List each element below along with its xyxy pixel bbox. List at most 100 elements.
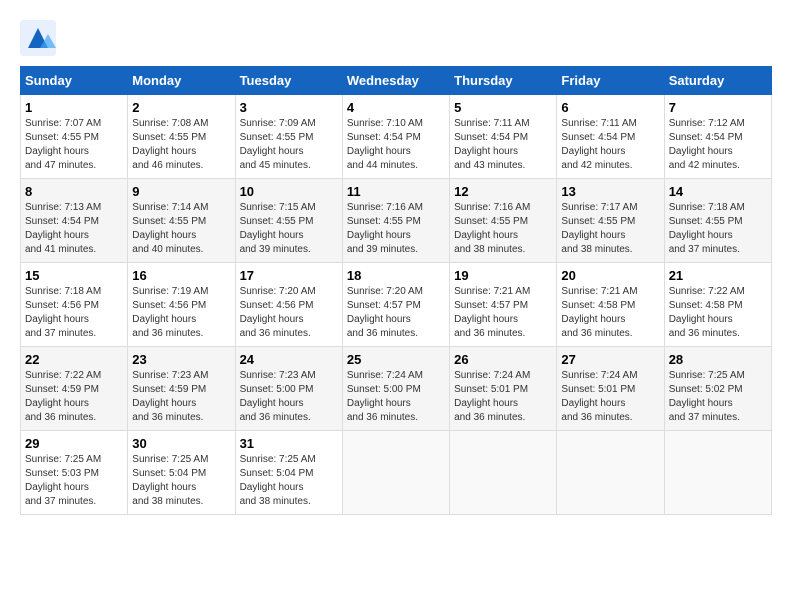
day-info: Sunrise: 7:14 AMSunset: 4:55 PMDaylight … <box>132 202 208 255</box>
calendar-cell: 6 Sunrise: 7:11 AMSunset: 4:54 PMDayligh… <box>557 95 664 179</box>
day-number: 16 <box>132 268 230 283</box>
day-number: 12 <box>454 184 552 199</box>
day-number: 27 <box>561 352 659 367</box>
day-info: Sunrise: 7:18 AMSunset: 4:55 PMDaylight … <box>669 202 745 255</box>
day-info: Sunrise: 7:13 AMSunset: 4:54 PMDaylight … <box>25 202 101 255</box>
calendar-cell: 16 Sunrise: 7:19 AMSunset: 4:56 PMDaylig… <box>128 263 235 347</box>
day-info: Sunrise: 7:25 AMSunset: 5:02 PMDaylight … <box>669 370 745 423</box>
day-info: Sunrise: 7:11 AMSunset: 4:54 PMDaylight … <box>454 118 529 171</box>
logo-icon <box>20 20 56 56</box>
calendar-cell <box>342 431 449 515</box>
day-number: 1 <box>25 100 123 115</box>
calendar-cell <box>664 431 771 515</box>
day-number: 31 <box>240 436 338 451</box>
day-info: Sunrise: 7:25 AMSunset: 5:04 PMDaylight … <box>132 454 208 507</box>
day-number: 2 <box>132 100 230 115</box>
day-info: Sunrise: 7:07 AMSunset: 4:55 PMDaylight … <box>25 118 101 171</box>
page-header <box>20 20 772 56</box>
day-number: 8 <box>25 184 123 199</box>
day-info: Sunrise: 7:24 AMSunset: 5:01 PMDaylight … <box>561 370 637 423</box>
day-number: 9 <box>132 184 230 199</box>
day-number: 28 <box>669 352 767 367</box>
day-info: Sunrise: 7:22 AMSunset: 4:59 PMDaylight … <box>25 370 101 423</box>
day-number: 5 <box>454 100 552 115</box>
calendar-table: SundayMondayTuesdayWednesdayThursdayFrid… <box>20 66 772 515</box>
day-number: 14 <box>669 184 767 199</box>
day-info: Sunrise: 7:16 AMSunset: 4:55 PMDaylight … <box>347 202 423 255</box>
day-info: Sunrise: 7:20 AMSunset: 4:57 PMDaylight … <box>347 286 423 339</box>
day-number: 20 <box>561 268 659 283</box>
calendar-week-row: 8 Sunrise: 7:13 AMSunset: 4:54 PMDayligh… <box>21 179 772 263</box>
day-number: 23 <box>132 352 230 367</box>
day-info: Sunrise: 7:12 AMSunset: 4:54 PMDaylight … <box>669 118 745 171</box>
calendar-cell: 10 Sunrise: 7:15 AMSunset: 4:55 PMDaylig… <box>235 179 342 263</box>
calendar-cell: 28 Sunrise: 7:25 AMSunset: 5:02 PMDaylig… <box>664 347 771 431</box>
day-info: Sunrise: 7:22 AMSunset: 4:58 PMDaylight … <box>669 286 745 339</box>
calendar-cell: 26 Sunrise: 7:24 AMSunset: 5:01 PMDaylig… <box>450 347 557 431</box>
day-info: Sunrise: 7:23 AMSunset: 4:59 PMDaylight … <box>132 370 208 423</box>
calendar-cell: 17 Sunrise: 7:20 AMSunset: 4:56 PMDaylig… <box>235 263 342 347</box>
calendar-cell: 25 Sunrise: 7:24 AMSunset: 5:00 PMDaylig… <box>342 347 449 431</box>
day-info: Sunrise: 7:09 AMSunset: 4:55 PMDaylight … <box>240 118 316 171</box>
calendar-cell: 2 Sunrise: 7:08 AMSunset: 4:55 PMDayligh… <box>128 95 235 179</box>
day-info: Sunrise: 7:10 AMSunset: 4:54 PMDaylight … <box>347 118 423 171</box>
day-info: Sunrise: 7:15 AMSunset: 4:55 PMDaylight … <box>240 202 316 255</box>
calendar-week-row: 29 Sunrise: 7:25 AMSunset: 5:03 PMDaylig… <box>21 431 772 515</box>
weekday-header-wednesday: Wednesday <box>342 67 449 95</box>
day-number: 19 <box>454 268 552 283</box>
day-number: 25 <box>347 352 445 367</box>
day-info: Sunrise: 7:16 AMSunset: 4:55 PMDaylight … <box>454 202 530 255</box>
calendar-cell: 18 Sunrise: 7:20 AMSunset: 4:57 PMDaylig… <box>342 263 449 347</box>
calendar-cell: 3 Sunrise: 7:09 AMSunset: 4:55 PMDayligh… <box>235 95 342 179</box>
weekday-header-tuesday: Tuesday <box>235 67 342 95</box>
calendar-cell: 8 Sunrise: 7:13 AMSunset: 4:54 PMDayligh… <box>21 179 128 263</box>
weekday-header-saturday: Saturday <box>664 67 771 95</box>
weekday-header-sunday: Sunday <box>21 67 128 95</box>
calendar-cell: 1 Sunrise: 7:07 AMSunset: 4:55 PMDayligh… <box>21 95 128 179</box>
day-number: 26 <box>454 352 552 367</box>
calendar-cell: 5 Sunrise: 7:11 AMSunset: 4:54 PMDayligh… <box>450 95 557 179</box>
calendar-week-row: 22 Sunrise: 7:22 AMSunset: 4:59 PMDaylig… <box>21 347 772 431</box>
calendar-cell: 22 Sunrise: 7:22 AMSunset: 4:59 PMDaylig… <box>21 347 128 431</box>
calendar-cell: 9 Sunrise: 7:14 AMSunset: 4:55 PMDayligh… <box>128 179 235 263</box>
day-number: 18 <box>347 268 445 283</box>
day-number: 13 <box>561 184 659 199</box>
calendar-cell: 27 Sunrise: 7:24 AMSunset: 5:01 PMDaylig… <box>557 347 664 431</box>
day-info: Sunrise: 7:23 AMSunset: 5:00 PMDaylight … <box>240 370 316 423</box>
calendar-cell: 12 Sunrise: 7:16 AMSunset: 4:55 PMDaylig… <box>450 179 557 263</box>
day-number: 15 <box>25 268 123 283</box>
day-number: 7 <box>669 100 767 115</box>
calendar-week-row: 15 Sunrise: 7:18 AMSunset: 4:56 PMDaylig… <box>21 263 772 347</box>
weekday-header-friday: Friday <box>557 67 664 95</box>
day-info: Sunrise: 7:25 AMSunset: 5:03 PMDaylight … <box>25 454 101 507</box>
calendar-cell <box>557 431 664 515</box>
day-number: 24 <box>240 352 338 367</box>
weekday-header-row: SundayMondayTuesdayWednesdayThursdayFrid… <box>21 67 772 95</box>
day-info: Sunrise: 7:18 AMSunset: 4:56 PMDaylight … <box>25 286 101 339</box>
day-number: 4 <box>347 100 445 115</box>
calendar-cell: 29 Sunrise: 7:25 AMSunset: 5:03 PMDaylig… <box>21 431 128 515</box>
day-number: 17 <box>240 268 338 283</box>
calendar-cell: 30 Sunrise: 7:25 AMSunset: 5:04 PMDaylig… <box>128 431 235 515</box>
day-info: Sunrise: 7:19 AMSunset: 4:56 PMDaylight … <box>132 286 208 339</box>
day-info: Sunrise: 7:24 AMSunset: 5:01 PMDaylight … <box>454 370 530 423</box>
day-number: 3 <box>240 100 338 115</box>
day-info: Sunrise: 7:25 AMSunset: 5:04 PMDaylight … <box>240 454 316 507</box>
calendar-cell: 7 Sunrise: 7:12 AMSunset: 4:54 PMDayligh… <box>664 95 771 179</box>
day-info: Sunrise: 7:11 AMSunset: 4:54 PMDaylight … <box>561 118 636 171</box>
calendar-cell: 21 Sunrise: 7:22 AMSunset: 4:58 PMDaylig… <box>664 263 771 347</box>
day-number: 30 <box>132 436 230 451</box>
day-number: 21 <box>669 268 767 283</box>
day-number: 29 <box>25 436 123 451</box>
day-info: Sunrise: 7:24 AMSunset: 5:00 PMDaylight … <box>347 370 423 423</box>
calendar-cell: 20 Sunrise: 7:21 AMSunset: 4:58 PMDaylig… <box>557 263 664 347</box>
calendar-cell <box>450 431 557 515</box>
day-number: 11 <box>347 184 445 199</box>
weekday-header-monday: Monday <box>128 67 235 95</box>
day-number: 10 <box>240 184 338 199</box>
day-info: Sunrise: 7:08 AMSunset: 4:55 PMDaylight … <box>132 118 208 171</box>
calendar-cell: 23 Sunrise: 7:23 AMSunset: 4:59 PMDaylig… <box>128 347 235 431</box>
day-info: Sunrise: 7:17 AMSunset: 4:55 PMDaylight … <box>561 202 637 255</box>
calendar-cell: 31 Sunrise: 7:25 AMSunset: 5:04 PMDaylig… <box>235 431 342 515</box>
calendar-cell: 19 Sunrise: 7:21 AMSunset: 4:57 PMDaylig… <box>450 263 557 347</box>
